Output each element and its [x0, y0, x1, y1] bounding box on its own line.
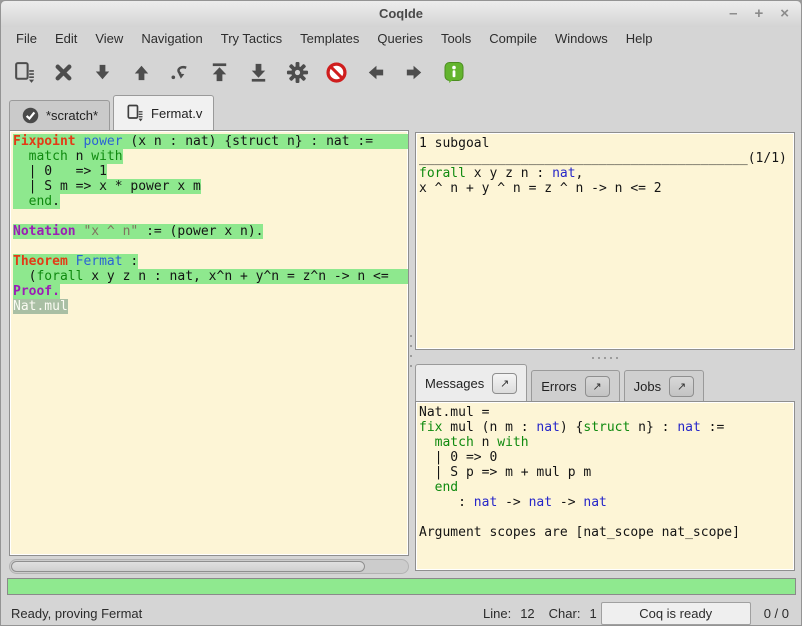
line-label: Line:	[483, 606, 511, 621]
tab-errors[interactable]: Errors ↗	[531, 370, 619, 401]
menu-item-compile[interactable]: Compile	[480, 27, 546, 51]
code-line: | 0 => 0	[419, 450, 794, 465]
tab-jobs-label: Jobs	[634, 379, 661, 394]
char-label: Char:	[549, 606, 581, 621]
maximize-button[interactable]: +	[754, 1, 763, 27]
menu-item-try-tactics[interactable]: Try Tactics	[212, 27, 291, 51]
detach-icon[interactable]: ↗	[585, 376, 610, 397]
go-to-cursor-icon[interactable]	[167, 59, 194, 86]
tab-fermat-label: Fermat.v	[151, 106, 202, 121]
interrupt-icon[interactable]	[323, 59, 350, 86]
step-backward-icon[interactable]	[128, 59, 155, 86]
check-circle-icon	[21, 106, 40, 125]
step-forward-icon[interactable]	[89, 59, 116, 86]
code-line: : nat -> nat -> nat	[419, 495, 794, 510]
goal-pane[interactable]: 1 subgoal_______________________________…	[415, 132, 795, 350]
code-line: Argument scopes are [nat_scope nat_scope…	[419, 525, 794, 540]
detach-icon[interactable]: ↗	[669, 376, 694, 397]
menu-item-help[interactable]: Help	[617, 27, 662, 51]
menu-item-tools[interactable]: Tools	[432, 27, 480, 51]
menu-item-templates[interactable]: Templates	[291, 27, 368, 51]
tab-scratch[interactable]: *scratch*	[9, 100, 110, 130]
gear-icon[interactable]	[284, 59, 311, 86]
close-icon[interactable]	[50, 59, 77, 86]
code-line: match n with	[419, 435, 794, 450]
code-line: forall x y z n : nat,	[419, 166, 794, 181]
back-icon[interactable]	[362, 59, 389, 86]
script-pane: Fixpoint power (x n : nat) {struct n} : …	[9, 130, 409, 574]
code-line: Nat.mul =	[419, 405, 794, 420]
menu-item-view[interactable]: View	[86, 27, 132, 51]
script-editor[interactable]: Fixpoint power (x n : nat) {struct n} : …	[9, 130, 409, 556]
menu-bar: FileEditViewNavigationTry TacticsTemplat…	[1, 27, 801, 51]
menu-item-file[interactable]: File	[7, 27, 46, 51]
go-to-end-icon[interactable]	[245, 59, 272, 86]
horizontal-scrollbar[interactable]	[9, 559, 409, 574]
menu-item-queries[interactable]: Queries	[368, 27, 432, 51]
code-line: 1 subgoal	[419, 136, 794, 151]
code-line: Fixpoint power (x n : nat) {struct n} : …	[13, 134, 408, 149]
messages-pane[interactable]: Nat.mul =fix mul (n m : nat) {struct n} …	[415, 401, 795, 571]
tab-messages[interactable]: Messages ↗	[415, 364, 527, 401]
tab-scratch-label: *scratch*	[46, 108, 98, 123]
minimize-button[interactable]: –	[729, 1, 737, 27]
tab-messages-label: Messages	[425, 376, 484, 391]
code-line: Proof.	[13, 284, 408, 299]
code-line: end	[419, 480, 794, 495]
job-counter: 0 / 0	[764, 606, 789, 621]
code-line: Notation "x ^ n" := (power x n).	[13, 224, 408, 239]
title-bar[interactable]: CoqIde – + ×	[1, 1, 801, 27]
close-button[interactable]: ×	[780, 1, 789, 27]
progress-bar	[7, 578, 796, 595]
menu-item-windows[interactable]: Windows	[546, 27, 617, 51]
code-line: Theorem Fermat :	[13, 254, 408, 269]
menu-item-navigation[interactable]: Navigation	[132, 27, 211, 51]
code-line	[419, 510, 794, 525]
tab-errors-label: Errors	[541, 379, 576, 394]
vertical-splitter[interactable]	[408, 333, 413, 369]
code-line	[13, 239, 408, 254]
code-line: ________________________________________…	[419, 151, 794, 166]
code-line: match n with	[13, 149, 408, 164]
detach-icon[interactable]: ↗	[492, 373, 517, 394]
code-line: Nat.mul	[13, 299, 408, 314]
code-line: | S p => m + mul p m	[419, 465, 794, 480]
scrollbar-thumb[interactable]	[11, 561, 365, 572]
status-message: Ready, proving Fermat	[11, 606, 469, 621]
code-line: end.	[13, 194, 408, 209]
toolbar	[1, 51, 801, 93]
coq-status: Coq is ready	[601, 602, 751, 625]
document-icon	[125, 103, 145, 123]
tab-jobs[interactable]: Jobs ↗	[624, 370, 704, 401]
line-value: 12	[520, 606, 534, 621]
message-tab-bar: Messages ↗ Errors ↗ Jobs ↗	[415, 364, 795, 401]
status-bar: Ready, proving Fermat Line: 12 Char: 1 C…	[1, 599, 801, 626]
code-line: | S m => x * power x m	[13, 179, 408, 194]
horizontal-splitter[interactable]	[415, 353, 795, 362]
char-value: 1	[589, 606, 596, 621]
editor-tab-bar: *scratch* Fermat.v	[1, 93, 801, 130]
code-line	[13, 209, 408, 224]
forward-icon[interactable]	[401, 59, 428, 86]
code-line: | 0 => 1	[13, 164, 408, 179]
go-to-start-icon[interactable]	[206, 59, 233, 86]
info-icon[interactable]	[440, 59, 467, 86]
code-line: x ^ n + y ^ n = z ^ n -> n <= 2	[419, 181, 794, 196]
menu-item-edit[interactable]: Edit	[46, 27, 86, 51]
tab-fermat[interactable]: Fermat.v	[113, 95, 214, 130]
window-title: CoqIde	[1, 1, 801, 27]
code-line: fix mul (n m : nat) {struct n} : nat :=	[419, 420, 794, 435]
coqide-window: CoqIde – + × FileEditViewNavigationTry T…	[0, 0, 802, 626]
document-icon[interactable]	[11, 59, 38, 86]
code-line: (forall x y z n : nat, x^n + y^n = z^n -…	[13, 269, 408, 284]
